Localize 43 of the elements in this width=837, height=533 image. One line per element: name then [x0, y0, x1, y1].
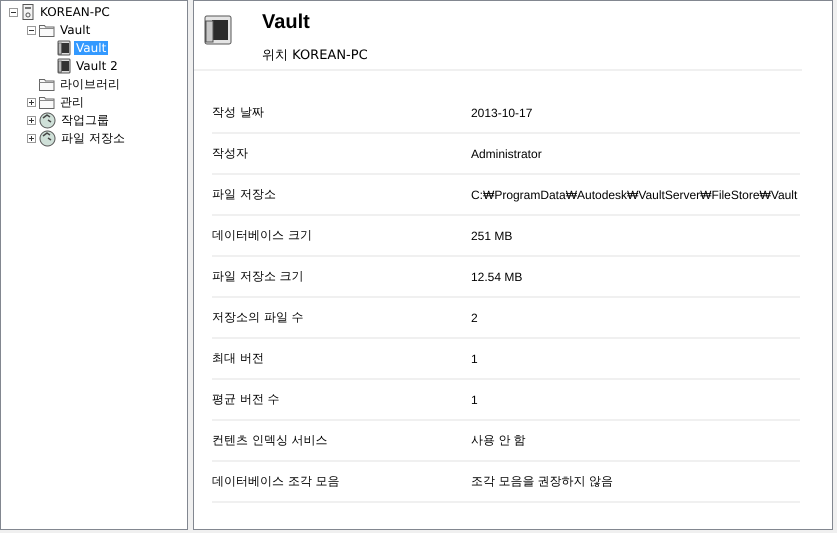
expand-toggle[interactable] [27, 134, 36, 142]
property-value: 1 [471, 352, 478, 366]
location-text: 위치 KOREAN-PC [262, 47, 368, 64]
property-label: 데이터베이스 조각 모음 [212, 473, 341, 490]
computer-icon [21, 4, 35, 20]
property-value: 1 [471, 392, 478, 406]
property-label: 최대 버전 [212, 350, 265, 367]
globe-icon [39, 112, 56, 128]
property-label: 파일 저장소 [212, 186, 277, 203]
collapse-toggle[interactable] [9, 8, 18, 16]
property-label: 데이터베이스 크기 [212, 227, 313, 244]
property-value: 2 [471, 310, 478, 324]
expand-toggle[interactable] [27, 98, 36, 106]
vault-icon [57, 58, 71, 74]
property-value: 251 MB [471, 228, 512, 242]
property-label: 작성자 [212, 145, 249, 162]
tree-item[interactable]: Vault 2 [74, 59, 120, 73]
folder-icon [39, 23, 55, 37]
property-value: 12.54 MB [471, 270, 522, 284]
property-label: 파일 저장소 크기 [212, 268, 305, 285]
property-label: 컨텐츠 인덱싱 서비스 [212, 432, 329, 449]
globe-icon [39, 130, 56, 146]
property-label: 저장소의 파일 수 [212, 309, 305, 326]
tree-item[interactable]: 관리 [58, 94, 86, 110]
property-label: 평균 버전 수 [212, 391, 281, 408]
property-value: Administrator [471, 146, 542, 160]
vault-icon [204, 15, 232, 45]
tree-item[interactable]: 파일 저장소 [59, 130, 127, 146]
expand-toggle[interactable] [27, 116, 36, 124]
tree-item[interactable]: 라이브러리 [58, 76, 122, 92]
tree-item[interactable]: Vault [58, 23, 92, 37]
vault-icon [57, 40, 71, 56]
page-title: Vault [262, 11, 311, 34]
tree-item[interactable]: 작업그룹 [59, 112, 111, 128]
property-label: 작성 날짜 [212, 104, 265, 121]
property-value: 2013-10-17 [471, 106, 532, 120]
property-value: 사용 안 함 [471, 432, 526, 449]
property-value: 조각 모음을 권장하지 않음 [471, 473, 614, 490]
property-value: C:₩ProgramData₩Autodesk₩VaultServer₩FileStore₩Vault [471, 188, 798, 202]
tree-item[interactable]: KOREAN-PC [38, 5, 112, 19]
folder-icon [39, 77, 55, 91]
collapse-toggle[interactable] [27, 26, 36, 34]
folder-icon [39, 95, 55, 109]
